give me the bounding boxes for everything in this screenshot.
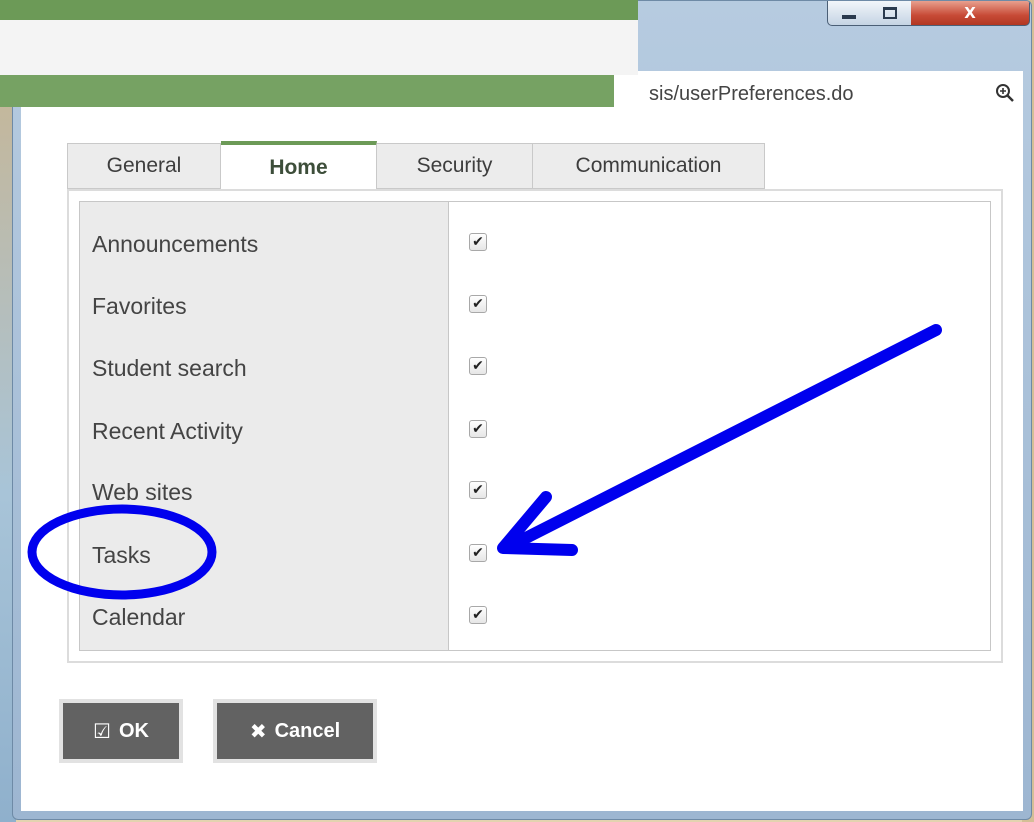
widget-label-tasks: Tasks <box>92 542 151 568</box>
table-row: Student search ✔ <box>80 337 990 399</box>
tab-communication[interactable]: Communication <box>533 143 765 189</box>
checkbox-announcements[interactable]: ✔ <box>469 233 487 251</box>
ok-button-label: OK <box>118 719 149 742</box>
preferences-tabs: General Home Security Communication <box>67 141 765 191</box>
preferences-dialog: General Home Security Communication Anno… <box>21 113 1023 811</box>
home-widgets-table: Announcements ✔ Favorites ✔ Student sear… <box>79 201 991 651</box>
cancel-button-label: Cancel <box>274 719 341 742</box>
home-preferences-panel: Announcements ✔ Favorites ✔ Student sear… <box>67 189 1003 663</box>
x-icon: ✖ <box>249 719 267 743</box>
table-row: Tasks ✔ <box>80 524 990 586</box>
maximize-button[interactable] <box>869 1 912 26</box>
table-row: Favorites ✔ <box>80 275 990 337</box>
checkbox-tasks[interactable]: ✔ <box>469 544 487 562</box>
widget-label-web-sites: Web sites <box>92 479 193 505</box>
table-row: Calendar ✔ <box>80 586 990 648</box>
minimize-icon <box>842 15 856 19</box>
widget-label-favorites: Favorites <box>92 293 187 319</box>
background-green-bar-2 <box>0 75 614 107</box>
checkbox-favorites[interactable]: ✔ <box>469 295 487 313</box>
minimize-button[interactable] <box>827 1 871 26</box>
table-row: Web sites ✔ <box>80 461 990 523</box>
checkbox-student-search[interactable]: ✔ <box>469 357 487 375</box>
checkbox-recent-activity[interactable]: ✔ <box>469 420 487 438</box>
background-light-panel <box>0 20 638 75</box>
cancel-button[interactable]: ✖ Cancel <box>213 699 377 763</box>
table-row: Announcements ✔ <box>80 213 990 275</box>
table-row: Recent Activity ✔ <box>80 400 990 462</box>
browser-window: X sis/userPreferences.do General Home Se… <box>12 0 1032 820</box>
widget-label-announcements: Announcements <box>92 231 259 257</box>
checkbox-calendar[interactable]: ✔ <box>469 606 487 624</box>
maximize-icon <box>883 7 897 19</box>
ok-button[interactable]: ☑ OK <box>59 699 183 763</box>
address-url: sis/userPreferences.do <box>649 83 854 105</box>
tab-general[interactable]: General <box>67 143 221 189</box>
background-green-bar <box>0 0 638 20</box>
widget-label-student-search: Student search <box>92 355 247 381</box>
tab-home[interactable]: Home <box>221 141 377 191</box>
checked-box-icon: ☑ <box>93 719 111 743</box>
tab-security[interactable]: Security <box>377 143 533 189</box>
widget-label-calendar: Calendar <box>92 604 186 630</box>
close-window-button[interactable]: X <box>911 1 1030 26</box>
widget-label-recent-activity: Recent Activity <box>92 418 243 444</box>
zoom-icon[interactable] <box>995 83 1015 103</box>
close-icon: X <box>964 3 976 22</box>
checkbox-web-sites[interactable]: ✔ <box>469 481 487 499</box>
